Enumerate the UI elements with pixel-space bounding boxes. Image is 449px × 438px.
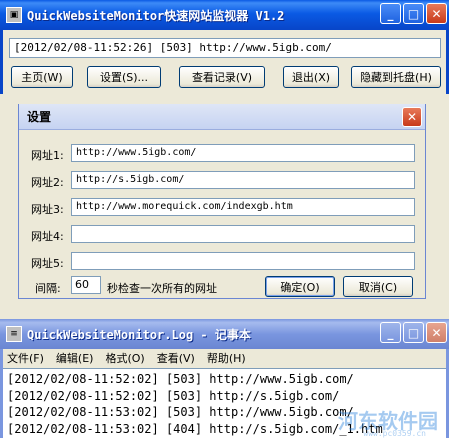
notepad-close-icon[interactable]: ✕ — [426, 322, 447, 343]
log-line: [2012/02/08-11:52:02] [503] http://s.5ig… — [7, 388, 340, 403]
main-title-bar[interactable]: ▣ QuickWebsiteMonitor快速网站监视器 V1.2 _ □ ✕ — [0, 0, 449, 30]
url3-label: 网址3: — [31, 203, 64, 216]
notepad-window-title: QuickWebsiteMonitor.Log - 记事本 — [27, 327, 251, 342]
maximize-icon[interactable]: □ — [403, 3, 424, 24]
log-line: [2012/02/08-11:53:02] [404] http://s.5ig… — [7, 421, 383, 436]
menu-help[interactable]: 帮助(H) — [207, 350, 246, 366]
settings-button[interactable]: 设置(S)... — [87, 66, 161, 88]
cancel-button[interactable]: 取消(C) — [343, 276, 413, 297]
menu-view[interactable]: 查看(V) — [157, 350, 195, 366]
settings-dialog-title-bar[interactable]: 设置 ✕ — [19, 104, 425, 130]
menu-file[interactable]: 文件(F) — [7, 350, 44, 366]
ok-button[interactable]: 确定(O) — [265, 276, 335, 297]
close-icon[interactable]: ✕ — [426, 3, 447, 24]
menu-format[interactable]: 格式(O) — [105, 350, 144, 366]
log-line: [2012/02/08-11:53:02] [503] http://www.5… — [7, 405, 354, 419]
menu-edit[interactable]: 编辑(E) — [56, 350, 94, 366]
interval-label: 间隔: — [35, 282, 61, 295]
exit-button[interactable]: 退出(X) — [283, 66, 339, 88]
url4-input[interactable] — [71, 225, 415, 243]
status-field[interactable]: [2012/02/08-11:52:26] [503] http://www.5… — [9, 38, 441, 58]
notepad-icon: ≡ — [6, 326, 22, 342]
main-window-title: QuickWebsiteMonitor快速网站监视器 V1.2 — [27, 8, 285, 23]
app-icon: ▣ — [6, 7, 22, 23]
home-button[interactable]: 主页(W) — [11, 66, 73, 88]
interval-suffix: 秒检查一次所有的网址 — [107, 282, 217, 295]
notepad-menubar: 文件(F) 编辑(E) 格式(O) 查看(V) 帮助(H) — [3, 349, 446, 367]
interval-input[interactable]: 60 — [71, 276, 101, 294]
url5-label: 网址5: — [31, 257, 64, 270]
notepad-body: 文件(F) 编辑(E) 格式(O) 查看(V) 帮助(H) [2012/02/0… — [0, 349, 449, 438]
main-window-body: [2012/02/08-11:52:26] [503] http://www.5… — [0, 30, 449, 94]
url2-label: 网址2: — [31, 176, 64, 189]
url3-input[interactable]: http://www.morequick.com/indexgb.htm — [71, 198, 415, 216]
notepad-text-area[interactable]: [2012/02/08-11:52:02] [503] http://www.5… — [3, 368, 446, 438]
dialog-close-icon[interactable]: ✕ — [402, 107, 422, 127]
url1-label: 网址1: — [31, 149, 64, 162]
notepad-maximize-icon[interactable]: □ — [403, 322, 424, 343]
url4-label: 网址4: — [31, 230, 64, 243]
hide-to-tray-button[interactable]: 隐藏到托盘(H) — [351, 66, 441, 88]
notepad-minimize-icon[interactable]: _ — [380, 322, 401, 343]
notepad-title-bar[interactable]: ≡ QuickWebsiteMonitor.Log - 记事本 _ □ ✕ — [0, 319, 449, 349]
view-log-button[interactable]: 查看记录(V) — [179, 66, 265, 88]
minimize-icon[interactable]: _ — [380, 3, 401, 24]
url1-input[interactable]: http://www.5igb.com/ — [71, 144, 415, 162]
url2-input[interactable]: http://s.5igb.com/ — [71, 171, 415, 189]
settings-dialog: 设置 ✕ 网址1: http://www.5igb.com/ 网址2: http… — [18, 104, 426, 299]
log-line: [2012/02/08-11:52:02] [503] http://www.5… — [7, 372, 354, 386]
url5-input[interactable] — [71, 252, 415, 270]
settings-dialog-title: 设置 — [27, 110, 52, 124]
